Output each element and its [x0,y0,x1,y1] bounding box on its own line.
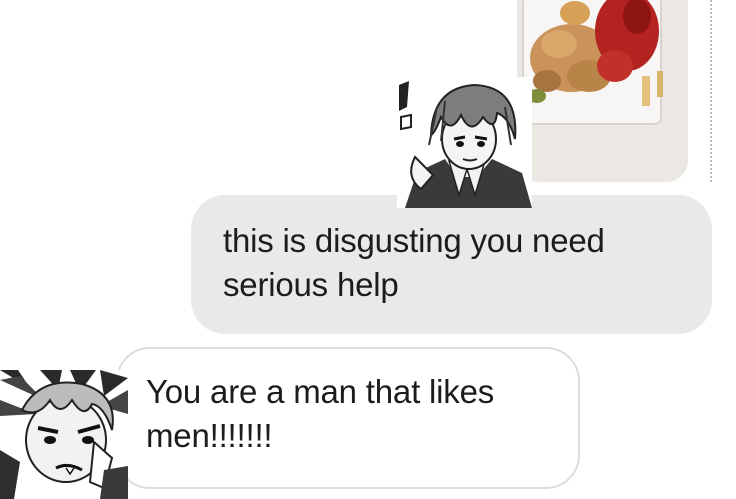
food-photo-image [517,0,688,182]
message-text-line: men!!!!!!! [146,417,273,454]
manga-character-icon [397,77,532,208]
manga-sticker-image [397,77,532,208]
manga-character-icon [0,370,128,499]
message-bubble[interactable]: You are a man that likes men!!!!!!! [116,347,580,489]
message-text-line: serious help [223,266,399,303]
manga-sticker-image [0,370,128,499]
message-bubble[interactable]: this is disgusting you need serious help [191,195,712,334]
message-text-line: You are a man that likes [146,373,495,410]
message-text-line: this is disgusting you need [223,222,605,259]
chat-thread: this is disgusting you need serious help… [0,0,736,499]
photo-attachment[interactable] [517,0,688,182]
scroll-edge-indicator [710,0,712,182]
